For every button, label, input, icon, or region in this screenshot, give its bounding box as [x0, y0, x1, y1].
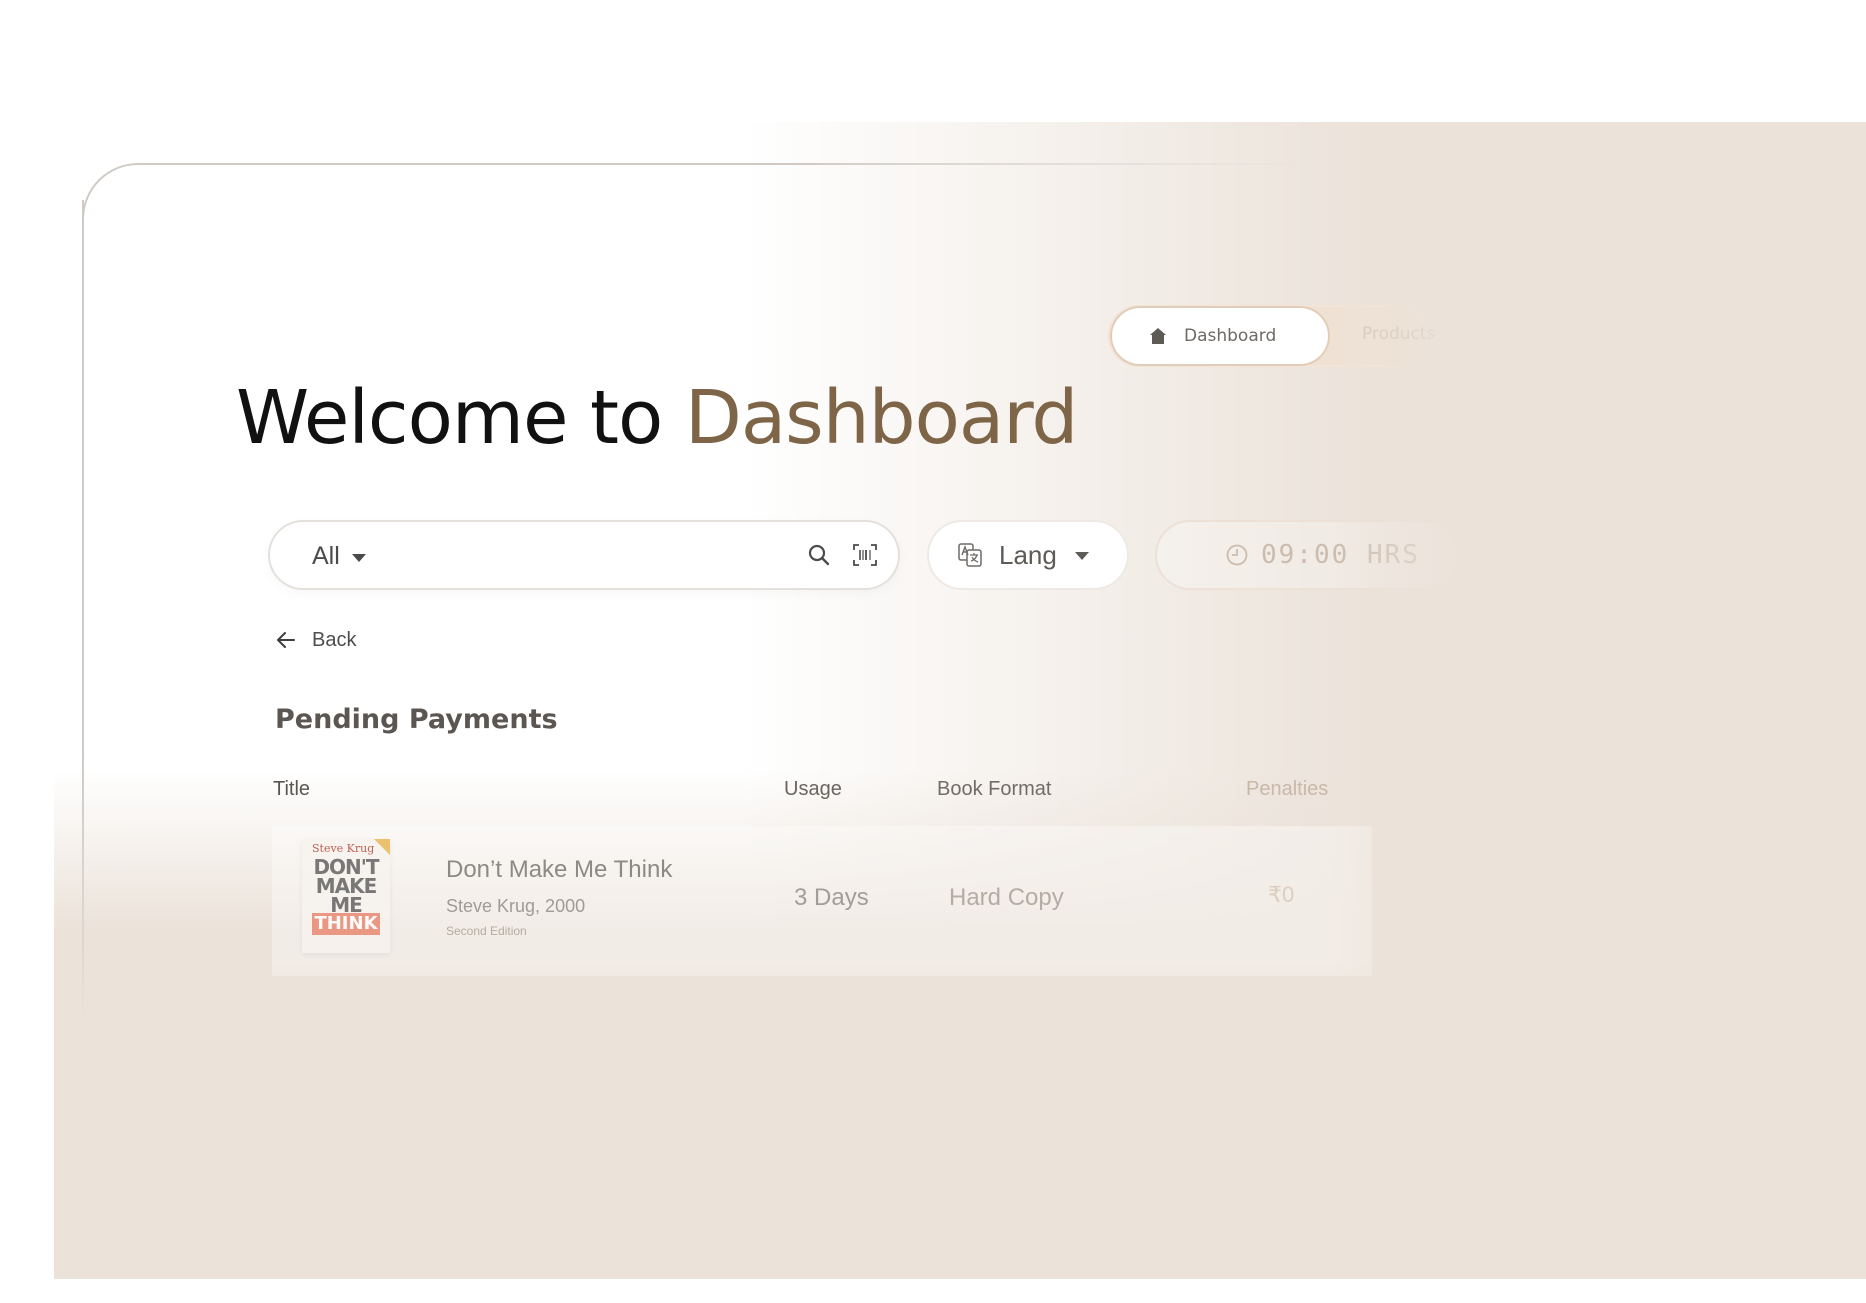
arrow-left-icon [277, 632, 295, 648]
nav-item-dashboard-label: Dashboard [1184, 326, 1277, 346]
clock-time: 09:00 HRS [1261, 540, 1420, 570]
page-title: Welcome to Dashboard [236, 375, 1078, 461]
book-cover-image: Steve Krug DON'T MAKE ME THINK [302, 839, 390, 953]
language-dropdown[interactable]: Lang [929, 522, 1127, 588]
search-filter-dropdown[interactable]: All [312, 542, 366, 571]
back-button[interactable]: Back [274, 628, 356, 652]
column-header-book-format[interactable]: Book Format [937, 778, 1051, 801]
language-label: Lang [999, 539, 1057, 570]
penalty-value: ₹0 [1268, 882, 1295, 907]
cover-corner-decoration [374, 839, 390, 855]
search-filter-value: All [312, 542, 340, 570]
cover-title-line: THINK [312, 913, 380, 935]
nav-item-dashboard[interactable]: Dashboard [1112, 308, 1328, 364]
book-edition: Second Edition [446, 924, 527, 938]
search-bar: All [270, 522, 914, 588]
book-author-year: Steve Krug, 2000 [446, 896, 586, 916]
app-frame-edge [82, 200, 84, 1020]
clock-time-value: 09:00 [1261, 540, 1350, 570]
page-title-prefix: Welcome to [236, 375, 663, 461]
caret-down-icon [351, 553, 366, 562]
book-format-value: Hard Copy [949, 884, 1064, 911]
translate-icon [958, 543, 982, 567]
home-icon [1150, 328, 1166, 344]
nav-item-products[interactable]: Products [1362, 324, 1435, 344]
clock-time-unit: HRS [1366, 540, 1420, 570]
book-title[interactable]: Don’t Make Me Think [446, 856, 672, 884]
column-header-title[interactable]: Title [273, 778, 310, 801]
section-title: Pending Payments [275, 704, 558, 735]
back-label: Back [312, 628, 357, 651]
page-title-accent: Dashboard [684, 375, 1078, 461]
clock-display: 09:00 HRS [1157, 522, 1457, 588]
column-header-usage[interactable]: Usage [784, 778, 842, 801]
clock-icon [1226, 544, 1248, 566]
usage-value: 3 Days [794, 884, 869, 911]
search-icon[interactable] [806, 542, 832, 568]
search-input[interactable] [410, 536, 914, 576]
column-header-penalties[interactable]: Penalties [1246, 778, 1328, 801]
caret-down-icon [1074, 552, 1089, 560]
cover-author: Steve Krug [312, 842, 375, 855]
barcode-scan-icon[interactable] [852, 542, 878, 568]
